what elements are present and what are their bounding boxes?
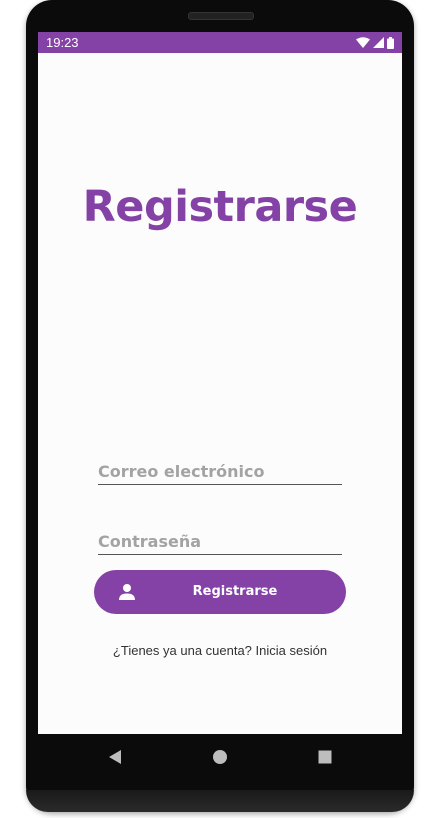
email-input[interactable] bbox=[98, 462, 342, 481]
home-icon[interactable] bbox=[211, 748, 229, 766]
register-button-label: Registrarse bbox=[192, 584, 278, 599]
status-time: 19:23 bbox=[46, 35, 79, 50]
login-link[interactable]: ¿Tienes ya una cuenta? Inicia sesión bbox=[38, 643, 402, 658]
back-icon[interactable] bbox=[106, 748, 124, 766]
navigation-bar bbox=[38, 734, 402, 780]
status-icons bbox=[356, 36, 394, 49]
recents-icon[interactable] bbox=[316, 748, 334, 766]
password-input[interactable] bbox=[98, 532, 342, 551]
register-button[interactable]: Registrarse bbox=[94, 570, 346, 614]
phone-speaker bbox=[188, 12, 254, 20]
wifi-icon bbox=[356, 37, 370, 48]
password-field[interactable] bbox=[98, 522, 342, 555]
phone-frame-bottom bbox=[26, 790, 414, 812]
status-bar: 19:23 bbox=[38, 32, 402, 53]
app-screen: 19:23 Registrarse Registrarse ¿Tienes ya… bbox=[38, 32, 402, 734]
page-title: Registrarse bbox=[82, 182, 358, 232]
battery-icon bbox=[387, 36, 394, 49]
signal-icon bbox=[373, 37, 384, 48]
email-field[interactable] bbox=[98, 452, 342, 485]
